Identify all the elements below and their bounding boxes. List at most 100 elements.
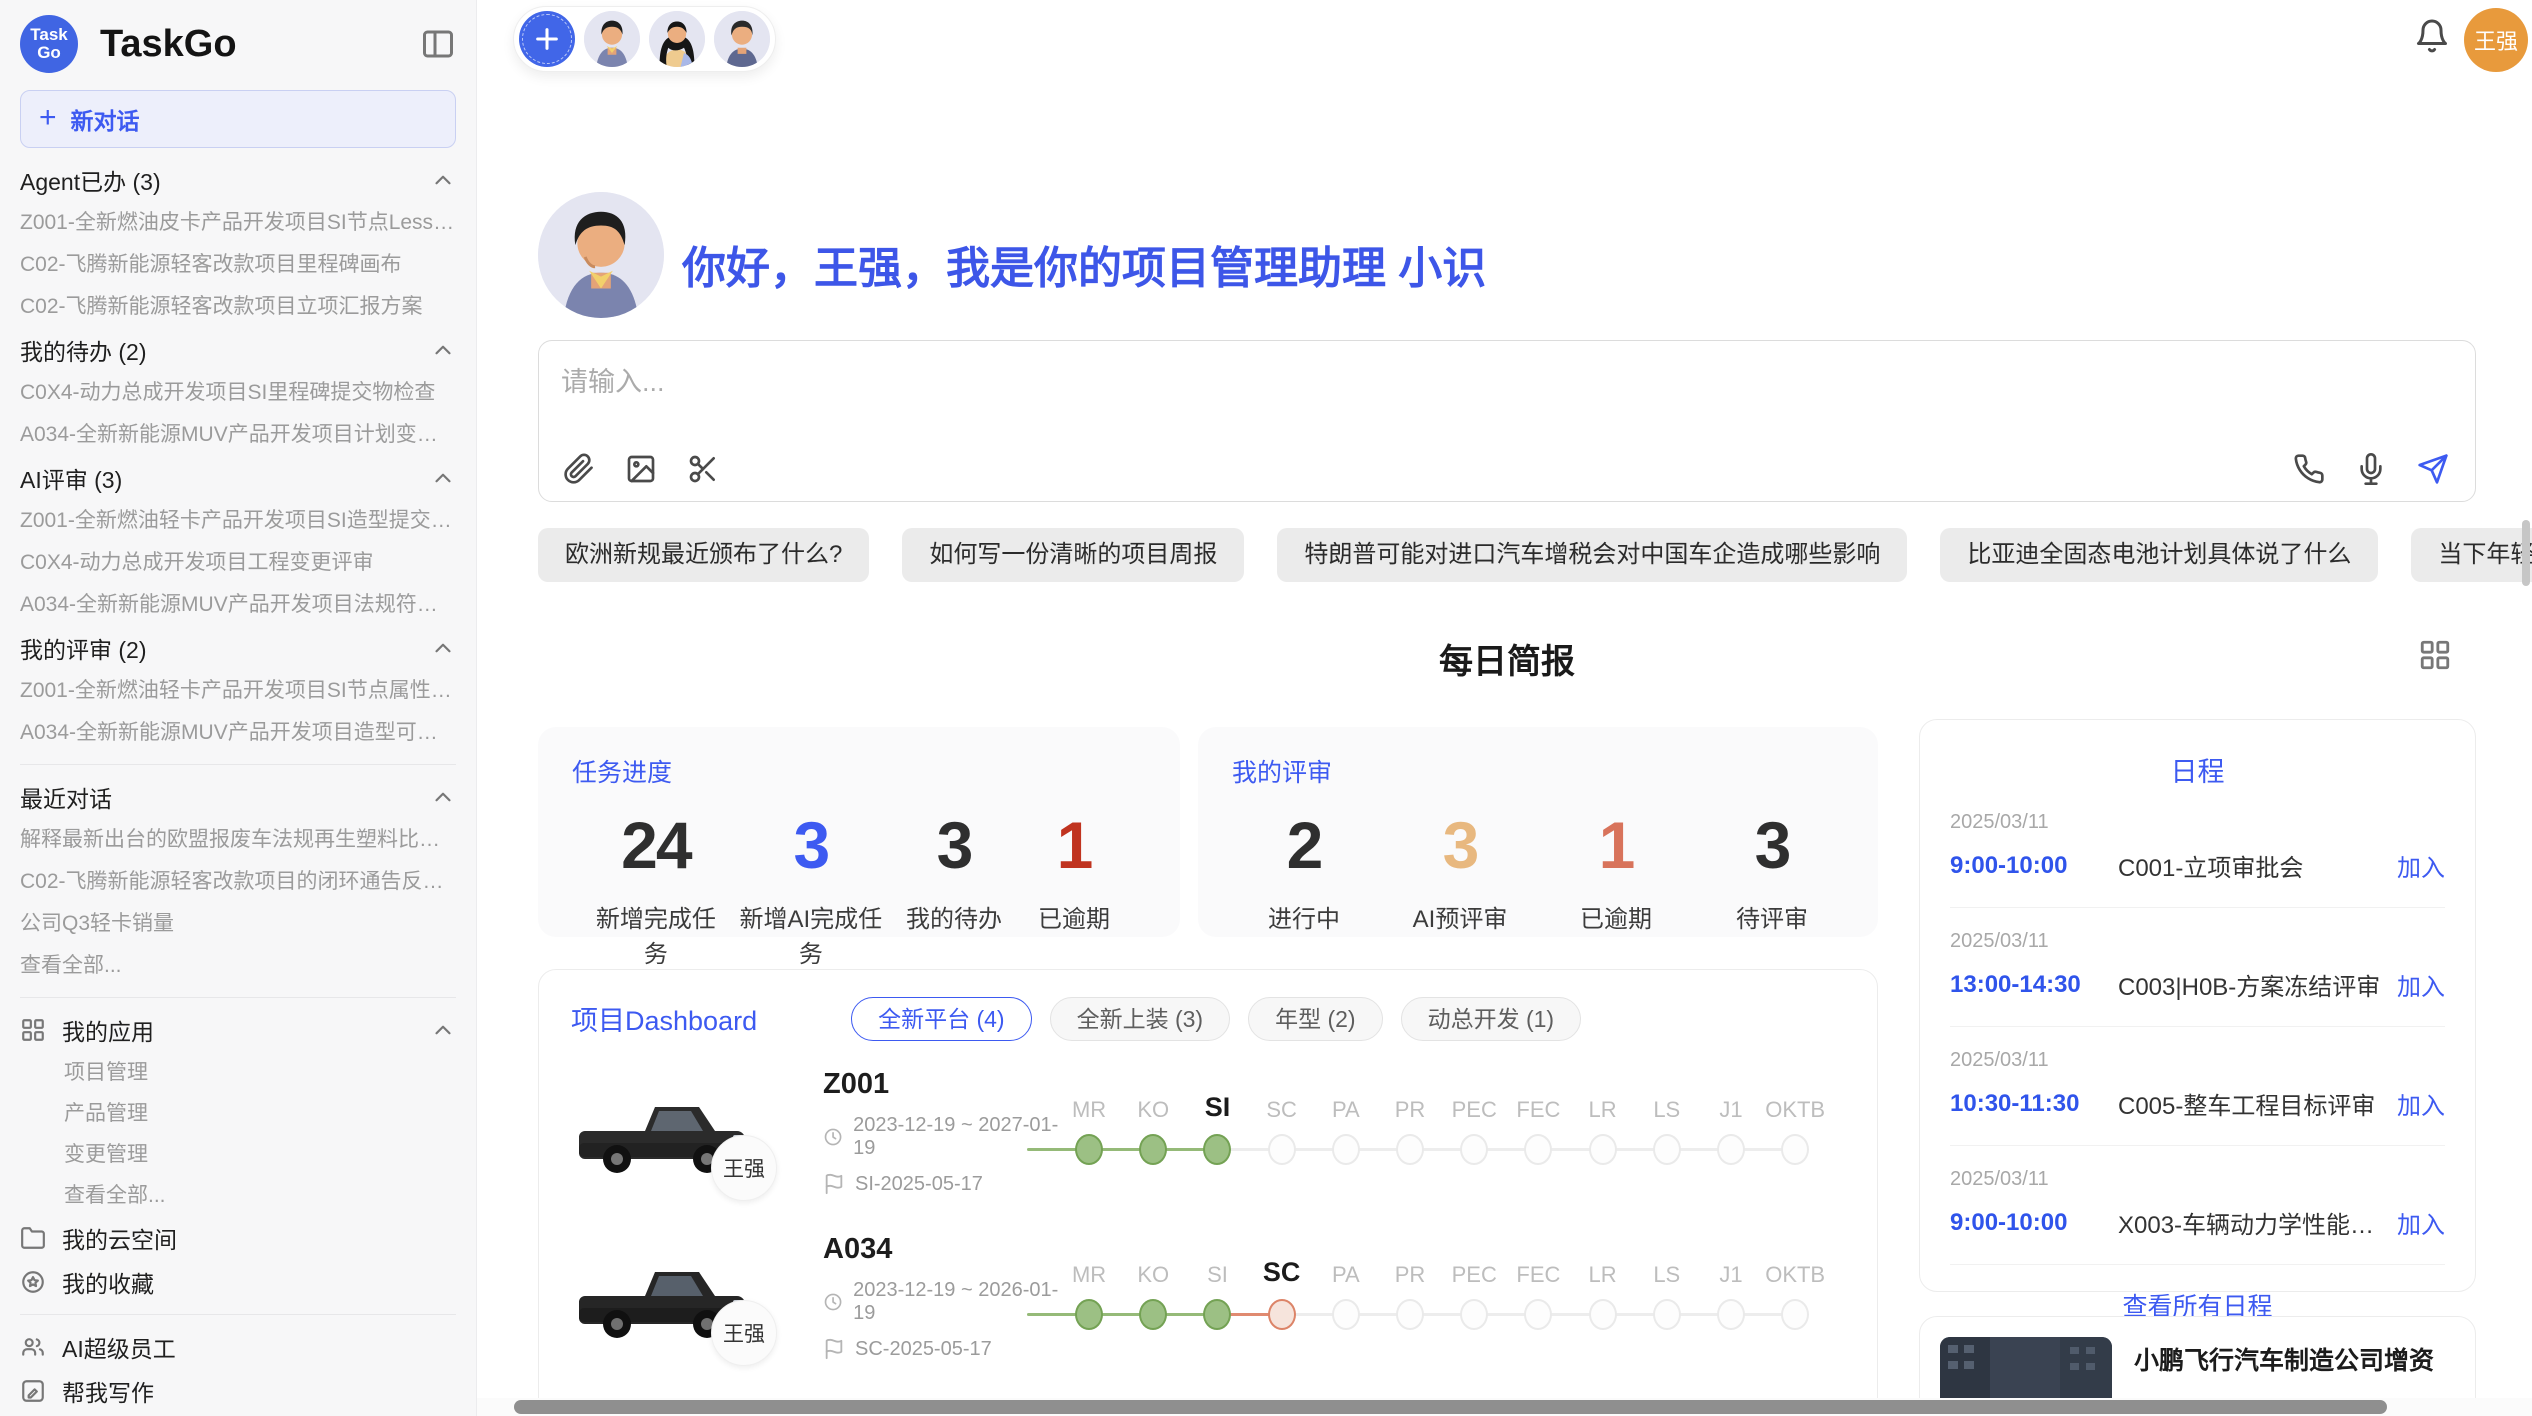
milestone-dot-current xyxy=(1185,1131,1249,1167)
agent-avatar-3[interactable] xyxy=(714,11,770,67)
project-row-z001[interactable]: 王强 Z001 2023-12-19 ~ 2027-01-19 SI-2025-… xyxy=(539,1049,1877,1214)
schedule-time: 13:00-14:30 xyxy=(1950,971,2118,999)
sidebar-item-favorites[interactable]: 我的收藏 xyxy=(20,1260,456,1304)
tab-new-body[interactable]: 全新上装 (3) xyxy=(1050,997,1231,1041)
section-header-ai-review[interactable]: AI评审 (3) xyxy=(20,456,456,500)
message-composer xyxy=(538,340,2476,502)
current-milestone-label: SI xyxy=(1185,1092,1249,1123)
clock-icon xyxy=(823,1291,843,1313)
recent-chat-item[interactable]: C02-飞腾新能源轻客改款项目的闭环通告反馈情况 xyxy=(20,861,456,903)
agent-crew-pill xyxy=(513,6,776,72)
suggestion-chip[interactable]: 比亚迪全固态电池计划具体说了什么 xyxy=(1940,528,2378,582)
add-agent-button[interactable] xyxy=(519,11,575,67)
sidebar-item[interactable]: Z001-全新燃油皮卡产品开发项目SI节点Lesson Learn报告 xyxy=(20,202,456,244)
user-avatar[interactable]: 王强 xyxy=(2464,8,2528,72)
tab-year-model[interactable]: 年型 (2) xyxy=(1248,997,1383,1041)
agent-avatar-1[interactable] xyxy=(584,11,640,67)
paperclip-icon[interactable] xyxy=(563,453,595,485)
app-item-change-mgmt[interactable]: 变更管理 xyxy=(64,1134,456,1175)
stat-ai-done: 3 新增AI完成任务 xyxy=(728,807,894,969)
current-milestone-label: SC xyxy=(1250,1257,1314,1288)
section-header-my-review[interactable]: 我的评审 (2) xyxy=(20,626,456,670)
task-progress-card: 任务进度 24 新增完成任务 3 新增AI完成任务 3 我的待办 1 已逾期 xyxy=(538,727,1180,937)
sidebar-item[interactable]: A034-全新新能源MUV产品开发项目法规符合性评审 xyxy=(20,584,456,626)
message-input[interactable] xyxy=(561,367,1961,398)
sidebar-list: Agent已办 (3) Z001-全新燃油皮卡产品开发项目SI节点Lesson … xyxy=(20,158,456,1416)
sidebar-item-cloud-space[interactable]: 我的云空间 xyxy=(20,1216,456,1260)
milestone-dot xyxy=(1571,1131,1635,1167)
phone-icon[interactable] xyxy=(2293,453,2325,485)
sidebar-item[interactable]: C02-飞腾新能源轻客改款项目里程碑画布 xyxy=(20,244,456,286)
plus-icon: + xyxy=(39,101,57,135)
schedule-title: 日程 xyxy=(1950,750,2445,789)
sidebar: Task Go TaskGo + 新对话 Agent已办 (3) Z001-全新… xyxy=(0,0,477,1416)
schedule-date: 2025/03/11 xyxy=(1950,1168,2445,1191)
join-link[interactable]: 加入 xyxy=(2397,1086,2445,1121)
milestone-dot xyxy=(1635,1296,1699,1332)
milestone-dot xyxy=(1314,1296,1378,1332)
sidebar-item-ai-staff[interactable]: AI超级员工 xyxy=(20,1325,456,1369)
sidebar-item[interactable]: C0X4-动力总成开发项目工程变更评审 xyxy=(20,542,456,584)
milestone-dot xyxy=(1699,1296,1763,1332)
tab-new-platform[interactable]: 全新平台 (4) xyxy=(851,997,1032,1041)
sidebar-item[interactable]: C02-飞腾新能源轻客改款项目立项汇报方案 xyxy=(20,286,456,328)
card-title: 任务进度 xyxy=(572,753,1146,789)
milestone-timeline: MR KO SI SC PA PR PEC FEC LR LS J1 OKTB xyxy=(1057,1089,1847,1167)
suggestion-chip[interactable]: 欧洲新规最近颁布了什么? xyxy=(538,528,869,582)
vertical-scrollbar-thumb[interactable] xyxy=(2522,520,2530,586)
project-owner-badge: 王强 xyxy=(711,1300,777,1366)
milestone-dot xyxy=(1506,1296,1570,1332)
section-header-agent-done[interactable]: Agent已办 (3) xyxy=(20,158,456,202)
section-header-recent-chats[interactable]: 最近对话 xyxy=(20,775,456,819)
suggestion-chip[interactable]: 当下年轻人对汽车外观有怎样的喜好趋势 xyxy=(2411,528,2532,582)
join-link[interactable]: 加入 xyxy=(2397,967,2445,1002)
send-icon[interactable] xyxy=(2417,453,2449,485)
view-all-apps-link[interactable]: 查看全部... xyxy=(64,1175,456,1216)
join-link[interactable]: 加入 xyxy=(2397,1205,2445,1240)
schedule-item: 2025/03/11 9:00-10:00 C001-立项审批会 加入 xyxy=(1950,789,2445,908)
project-vehicle-image: 王强 xyxy=(575,1248,747,1346)
project-row-a034[interactable]: 王强 A034 2023-12-19 ~ 2026-01-19 SC-2025-… xyxy=(539,1214,1877,1379)
layout-grid-icon[interactable] xyxy=(2418,638,2452,672)
agent-avatar-2[interactable] xyxy=(649,11,705,67)
app-item-product-mgmt[interactable]: 产品管理 xyxy=(64,1093,456,1134)
microphone-icon[interactable] xyxy=(2355,453,2387,485)
my-review-card: 我的评审 2 进行中 3 AI预评审 1 已逾期 3 待评审 xyxy=(1198,727,1878,937)
join-link[interactable]: 加入 xyxy=(2397,848,2445,883)
suggestion-chip[interactable]: 特朗普可能对进口汽车增税会对中国车企造成哪些影响 xyxy=(1277,528,1907,582)
milestone-dot-done xyxy=(1057,1131,1121,1167)
recent-chat-item[interactable]: 公司Q3轻卡销量 xyxy=(20,903,456,945)
horizontal-scrollbar-thumb[interactable] xyxy=(514,1400,2387,1414)
image-icon[interactable] xyxy=(625,453,657,485)
composer-actions xyxy=(2293,453,2449,485)
sidebar-item[interactable]: C0X4-动力总成开发项目SI里程碑提交物检查 xyxy=(20,372,456,414)
suggestion-chip[interactable]: 如何写一份清晰的项目周报 xyxy=(902,528,1244,582)
milestone-dot xyxy=(1763,1296,1827,1332)
section-header-my-todo[interactable]: 我的待办 (2) xyxy=(20,328,456,372)
sidebar-item[interactable]: Z001-全新燃油轻卡产品开发项目SI节点属性5D文件评审 xyxy=(20,670,456,712)
chevron-up-icon xyxy=(430,784,456,810)
milestone-dot xyxy=(1571,1296,1635,1332)
new-chat-button[interactable]: + 新对话 xyxy=(20,90,456,148)
flag-icon xyxy=(823,1338,845,1360)
sidebar-item-help-write[interactable]: 帮我写作 xyxy=(20,1369,456,1413)
chevron-up-icon xyxy=(430,1017,456,1043)
notification-bell-icon[interactable] xyxy=(2414,18,2450,54)
scissors-icon[interactable] xyxy=(687,453,719,485)
chevron-up-icon xyxy=(430,337,456,363)
star-circle-icon xyxy=(20,1269,46,1295)
milestone-timeline: MR KO SI SC PA PR PEC FEC LR LS J1 OKTB xyxy=(1057,1254,1847,1332)
sidebar-item[interactable]: Z001-全新燃油轻卡产品开发项目SI造型提交物评审 xyxy=(20,500,456,542)
stat-in-progress: 2 进行中 xyxy=(1244,807,1364,934)
stat-pending-review: 3 待评审 xyxy=(1712,807,1832,934)
recent-chat-item[interactable]: 解释最新出台的欧盟报废车法规再生塑料比例被调至15%... xyxy=(20,819,456,861)
section-header-my-apps[interactable]: 我的应用 xyxy=(20,1008,456,1052)
tab-powertrain[interactable]: 动总开发 (1) xyxy=(1401,997,1582,1041)
sidebar-item[interactable]: A034-全新新能源MUV产品开发项目造型可行性评审 xyxy=(20,712,456,754)
flag-icon xyxy=(823,1173,845,1195)
collapse-sidebar-icon[interactable] xyxy=(420,26,456,62)
folder-icon xyxy=(20,1225,46,1251)
app-item-project-mgmt[interactable]: 项目管理 xyxy=(64,1052,456,1093)
sidebar-item[interactable]: A034-全新新能源MUV产品开发项目计划变更表编写 xyxy=(20,414,456,456)
view-all-chats-link[interactable]: 查看全部... xyxy=(20,945,456,987)
